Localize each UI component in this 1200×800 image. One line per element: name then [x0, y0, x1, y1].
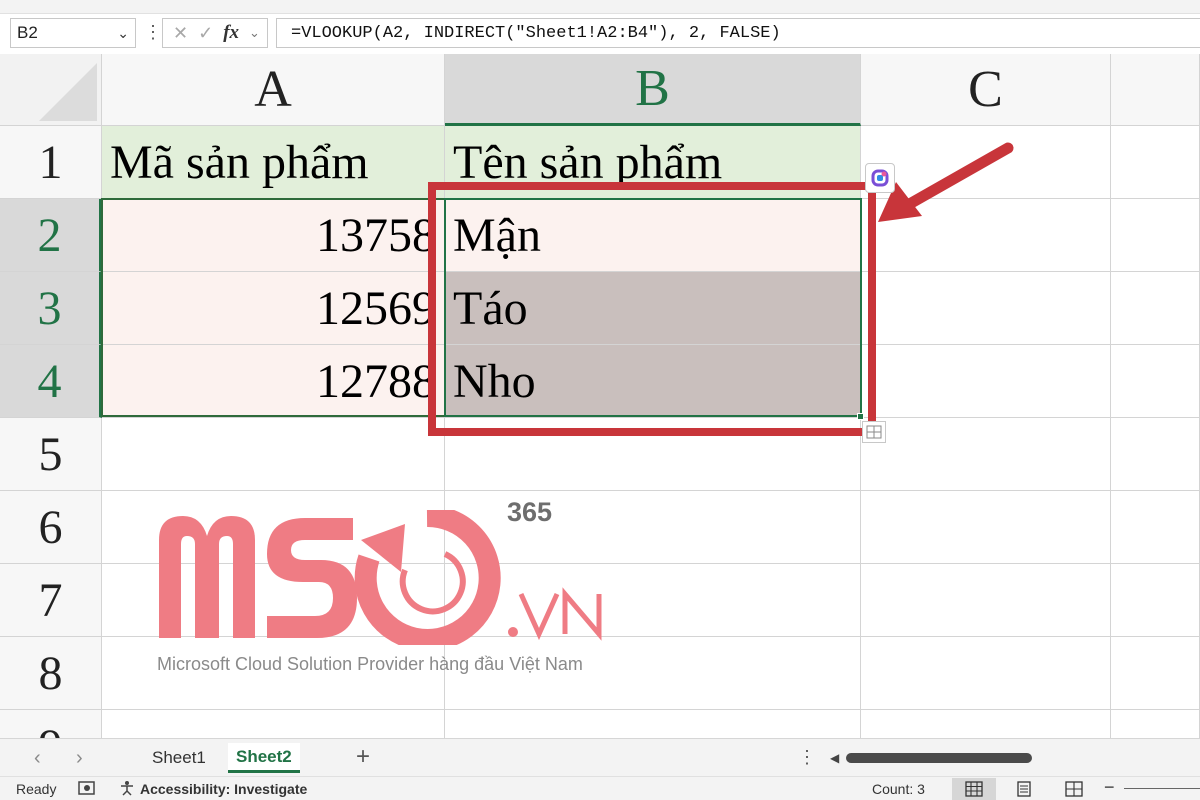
- count-indicator: Count: 3: [872, 781, 925, 797]
- chevron-down-icon[interactable]: ⌄: [249, 25, 260, 41]
- zoom-slider[interactable]: [1124, 788, 1200, 789]
- cell-c6[interactable]: [861, 491, 1111, 564]
- column-header-b[interactable]: B: [445, 54, 861, 126]
- row-header-6[interactable]: 6: [0, 491, 102, 564]
- cell-a7[interactable]: [102, 564, 445, 637]
- formula-buttons: ✕ ✓ fx ⌄: [162, 18, 268, 48]
- cell-c7[interactable]: [861, 564, 1111, 637]
- formula-input[interactable]: =VLOOKUP(A2, INDIRECT("Sheet1!A2:B4"), 2…: [276, 18, 1200, 48]
- cell-b6[interactable]: [445, 491, 861, 564]
- cell-a5[interactable]: [102, 418, 445, 491]
- cell-c2[interactable]: [861, 199, 1111, 272]
- sheet-tab-sheet1[interactable]: Sheet1: [152, 743, 206, 773]
- sheet-tab-bar: ‹ › Sheet1 Sheet2 + ⋮ ◀: [0, 738, 1200, 776]
- cell-d7[interactable]: [1111, 564, 1200, 637]
- quick-analysis-icon[interactable]: [862, 421, 886, 443]
- cell-b5[interactable]: [445, 418, 861, 491]
- row-header-5[interactable]: 5: [0, 418, 102, 491]
- zoom-out-icon[interactable]: −: [1104, 777, 1115, 798]
- insert-function-icon[interactable]: fx: [223, 22, 239, 44]
- cell-b2[interactable]: Mận: [445, 199, 861, 272]
- page-break-preview-icon[interactable]: [1052, 778, 1096, 800]
- row-header-4[interactable]: 4: [0, 345, 102, 418]
- cell-a2[interactable]: 13758: [102, 199, 445, 272]
- cell-d1[interactable]: [1111, 126, 1200, 199]
- sheet-tab-sheet2[interactable]: Sheet2: [228, 743, 300, 773]
- title-strip: [0, 0, 1200, 14]
- cell-d4[interactable]: [1111, 345, 1200, 418]
- cell-c1[interactable]: [861, 126, 1111, 199]
- column-header-d[interactable]: [1111, 54, 1200, 126]
- more-options-icon[interactable]: ⋮: [144, 22, 162, 42]
- cell-d6[interactable]: [1111, 491, 1200, 564]
- cell-a8[interactable]: [102, 637, 445, 710]
- add-sheet-button[interactable]: +: [356, 743, 370, 771]
- row-header-7[interactable]: 7: [0, 564, 102, 637]
- normal-view-icon[interactable]: [952, 778, 996, 800]
- horizontal-scrollbar[interactable]: ◀: [830, 751, 1200, 765]
- row-header-3[interactable]: 3: [0, 272, 102, 345]
- cell-a4[interactable]: 12788: [102, 345, 445, 418]
- row-header-1[interactable]: 1: [0, 126, 102, 199]
- column-header-c[interactable]: C: [861, 54, 1111, 126]
- cell-c3[interactable]: [861, 272, 1111, 345]
- macro-record-icon[interactable]: [78, 780, 96, 799]
- accessibility-status[interactable]: Accessibility: Investigate: [140, 781, 307, 797]
- next-sheet-icon[interactable]: ›: [76, 747, 83, 770]
- select-all-button[interactable]: [0, 54, 102, 126]
- cancel-icon[interactable]: ✕: [173, 23, 188, 44]
- fill-handle[interactable]: [857, 413, 864, 420]
- row-header-8[interactable]: 8: [0, 637, 102, 710]
- scrollbar-thumb[interactable]: [846, 753, 1032, 763]
- status-bar: Ready Accessibility: Investigate Count: …: [0, 776, 1200, 800]
- cell-c4[interactable]: [861, 345, 1111, 418]
- cell-a1[interactable]: Mã sản phẩm: [102, 126, 445, 199]
- prev-sheet-icon[interactable]: ‹: [34, 747, 41, 770]
- column-header-a[interactable]: A: [102, 54, 445, 126]
- spreadsheet-grid: A B C 1 2 3 4 5 6 7 8 9 Mã sản phẩm Tên …: [0, 54, 1200, 744]
- cell-b8[interactable]: [445, 637, 861, 710]
- accessibility-icon[interactable]: [118, 780, 136, 799]
- status-ready: Ready: [16, 781, 57, 797]
- cell-b1[interactable]: Tên sản phẩm: [445, 126, 861, 199]
- row-header-2[interactable]: 2: [0, 199, 102, 272]
- cell-d3[interactable]: [1111, 272, 1200, 345]
- copilot-icon[interactable]: [865, 163, 895, 193]
- name-box-value: B2: [17, 23, 38, 42]
- page-layout-icon[interactable]: [1002, 778, 1046, 800]
- cell-a6[interactable]: [102, 491, 445, 564]
- scroll-left-icon[interactable]: ◀: [830, 751, 839, 765]
- cell-c5[interactable]: [861, 418, 1111, 491]
- more-options-icon[interactable]: ⋮: [798, 747, 816, 768]
- cell-d2[interactable]: [1111, 199, 1200, 272]
- cell-d8[interactable]: [1111, 637, 1200, 710]
- cell-a3[interactable]: 12569: [102, 272, 445, 345]
- formula-bar: B2 ⌄ ⋮ ✕ ✓ fx ⌄ =VLOOKUP(A2, INDIRECT("S…: [0, 14, 1200, 54]
- name-box[interactable]: B2 ⌄: [10, 18, 136, 48]
- chevron-down-icon[interactable]: ⌄: [117, 25, 129, 42]
- cell-b7[interactable]: [445, 564, 861, 637]
- cell-b4[interactable]: Nho: [445, 345, 861, 418]
- cell-c8[interactable]: [861, 637, 1111, 710]
- check-icon[interactable]: ✓: [198, 23, 213, 44]
- cell-d5[interactable]: [1111, 418, 1200, 491]
- cell-b3[interactable]: Táo: [445, 272, 861, 345]
